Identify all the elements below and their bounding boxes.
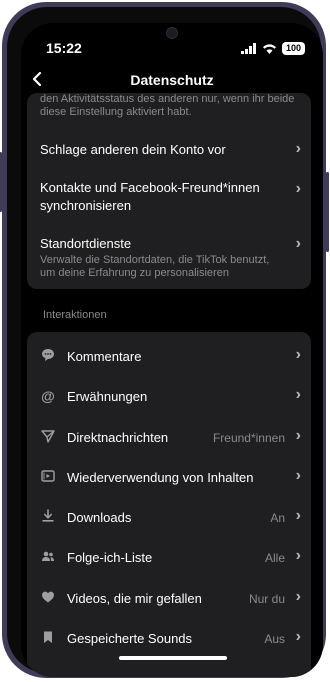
location-services-row[interactable]: Standortdienste Verwalte die Standortdat… bbox=[27, 229, 311, 285]
row-label: Standortdienste bbox=[40, 236, 132, 251]
front-camera bbox=[166, 27, 178, 39]
chevron-right-icon: › bbox=[295, 507, 301, 524]
interaction-row-direct-messages[interactable]: Direktnachrichten Freund*innen › bbox=[27, 418, 311, 458]
row-value: Nur du bbox=[248, 592, 285, 606]
signal-icon bbox=[240, 43, 256, 54]
row-label: Videos, die mir gefallen bbox=[67, 591, 202, 606]
status-bar: 15:22 100 bbox=[21, 39, 323, 59]
row-label: Downloads bbox=[67, 510, 132, 525]
at-icon: @ bbox=[41, 388, 55, 404]
row-value: Aus bbox=[264, 632, 285, 646]
phone-bezel: 15:22 100 Datenschutz den Aktivitätsstat… bbox=[7, 7, 323, 677]
home-indicator[interactable] bbox=[119, 656, 227, 660]
chevron-right-icon: › bbox=[295, 427, 301, 444]
interaction-row-content-reuse[interactable]: Wiederverwendung von Inhalten › bbox=[27, 458, 311, 498]
row-label: Gespeicherte Sounds bbox=[67, 631, 193, 646]
row-label: Schlage anderen dein Konto vor bbox=[40, 142, 226, 157]
row-label: Folge-ich-Liste bbox=[67, 550, 153, 565]
row-label: Kommentare bbox=[67, 349, 142, 364]
chevron-right-icon: › bbox=[295, 588, 301, 605]
interactions-card: Kommentare › @ Erwähnungen › Direktnachr… bbox=[27, 332, 311, 677]
top-nav: Datenschutz bbox=[21, 69, 323, 93]
section-header-interactions: Interaktionen bbox=[43, 309, 107, 321]
power-button bbox=[326, 172, 329, 252]
download-icon bbox=[40, 509, 56, 525]
interaction-row-liked-videos[interactable]: Videos, die mir gefallen Nur du › bbox=[27, 579, 311, 619]
chevron-right-icon: › bbox=[295, 180, 301, 197]
phone-frame: 15:22 100 Datenschutz den Aktivitätsstat… bbox=[0, 2, 329, 678]
comment-icon bbox=[40, 348, 56, 364]
reuse-video-icon bbox=[40, 469, 56, 485]
row-value: Alle bbox=[264, 551, 285, 565]
row-description: Verwalte die Standortdaten, die TikTok b… bbox=[40, 254, 270, 279]
chevron-right-icon: › bbox=[295, 235, 301, 252]
people-icon bbox=[40, 549, 56, 565]
interaction-row-mentions[interactable]: @ Erwähnungen › bbox=[27, 377, 311, 417]
volume-button bbox=[0, 152, 2, 212]
chevron-right-icon: › bbox=[295, 140, 301, 157]
bookmark-icon bbox=[40, 630, 56, 646]
sync-contacts-row[interactable]: Kontakte und Facebook-Freund*innen synch… bbox=[27, 175, 311, 223]
activity-status-note: den Aktivitätsstatus des anderen nur, we… bbox=[40, 93, 295, 118]
interaction-row-comments[interactable]: Kommentare › bbox=[27, 337, 311, 377]
status-time: 15:22 bbox=[46, 40, 82, 56]
row-label: Direktnachrichten bbox=[67, 430, 169, 445]
interaction-row-downloads[interactable]: Downloads An › bbox=[27, 498, 311, 538]
wifi-icon bbox=[262, 44, 276, 54]
row-label: Wiederverwendung von Inhalten bbox=[67, 470, 254, 485]
send-icon bbox=[40, 429, 56, 445]
suggest-account-row[interactable]: Schlage anderen dein Konto vor › bbox=[27, 133, 311, 167]
interaction-row-following-list[interactable]: Folge-ich-Liste Alle › bbox=[27, 538, 311, 578]
row-label: Erwähnungen bbox=[67, 389, 148, 404]
chevron-right-icon: › bbox=[295, 467, 301, 484]
screen: 15:22 100 Datenschutz den Aktivitätsstat… bbox=[21, 23, 323, 677]
chevron-right-icon: › bbox=[295, 628, 301, 645]
chevron-right-icon: › bbox=[295, 346, 301, 363]
row-value: Freund*innen bbox=[212, 431, 285, 445]
chevron-right-icon: › bbox=[295, 547, 301, 564]
heart-icon bbox=[40, 590, 56, 606]
page-title: Datenschutz bbox=[130, 72, 214, 88]
interaction-row-saved-sounds[interactable]: Gespeicherte Sounds Aus › bbox=[27, 619, 311, 659]
battery-indicator: 100 bbox=[281, 42, 305, 55]
chevron-right-icon: › bbox=[295, 386, 301, 403]
status-icons: 100 bbox=[240, 42, 305, 55]
privacy-card: den Aktivitätsstatus des anderen nur, we… bbox=[27, 93, 311, 289]
row-value: An bbox=[270, 511, 285, 525]
row-label: Kontakte und Facebook-Freund*innen synch… bbox=[40, 180, 260, 213]
